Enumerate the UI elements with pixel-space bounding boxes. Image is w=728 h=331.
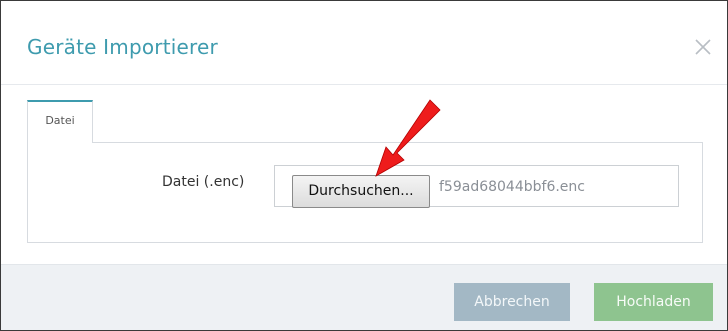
cancel-button[interactable]: Abbrechen — [454, 283, 570, 321]
selected-file-name: f59ad68044bbf6.enc — [439, 179, 585, 195]
tab-datei[interactable]: Datei — [27, 100, 93, 143]
dialog-title: Geräte Importierer — [27, 35, 218, 59]
close-button[interactable] — [691, 35, 715, 59]
tab-panel-datei: Datei (.enc) Durchsuchen... f59ad68044bb… — [27, 142, 703, 243]
file-input[interactable]: Durchsuchen... f59ad68044bbf6.enc — [274, 165, 679, 208]
dialog-header: Geräte Importierer — [1, 1, 727, 85]
browse-button[interactable]: Durchsuchen... — [292, 175, 430, 208]
dialog-footer: Abbrechen Hochladen — [1, 264, 727, 330]
upload-button[interactable]: Hochladen — [594, 283, 713, 321]
close-icon — [695, 39, 711, 55]
file-input-label: Datei (.enc) — [162, 174, 245, 190]
import-dialog: Geräte Importierer Datei Datei (.enc) Du… — [0, 0, 728, 331]
